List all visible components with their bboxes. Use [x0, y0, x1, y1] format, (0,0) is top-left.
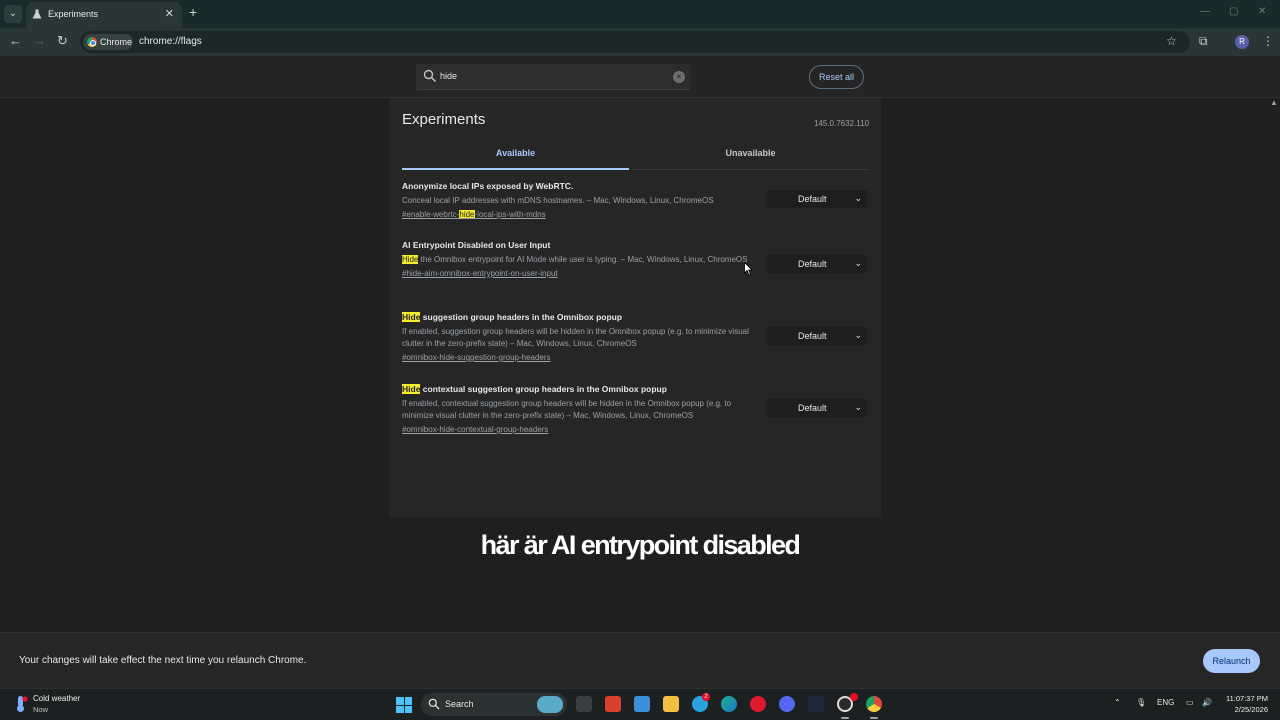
recording-indicator: [850, 693, 858, 701]
clear-search-icon[interactable]: ×: [673, 71, 685, 83]
relaunch-button[interactable]: Relaunch: [1203, 649, 1260, 673]
taskbar-search-box[interactable]: Search: [421, 693, 567, 716]
experiment-description: If enabled, contextual suggestion group …: [402, 399, 732, 420]
maximize-icon[interactable]: ▢: [1229, 6, 1238, 17]
notepad-icon[interactable]: [634, 696, 650, 712]
select-value: Default: [798, 331, 827, 341]
tab-unavailable[interactable]: Unavailable: [633, 148, 868, 170]
running-indicator: [870, 717, 878, 719]
opera-icon[interactable]: [750, 696, 766, 712]
version-label: 145.0.7632.110: [813, 119, 869, 128]
chevron-down-icon: ⌄: [854, 193, 862, 203]
experiment-title: Hide contextual suggestion group headers…: [402, 384, 667, 394]
new-tab-plus-icon[interactable]: +: [189, 4, 197, 20]
experiment-permalink[interactable]: #enable-webrtc-hide-local-ips-with-mdns: [402, 209, 762, 221]
address-bar[interactable]: Chrome chrome://flags: [80, 31, 1190, 53]
experiment-description: Conceal local IP addresses with mDNS hos…: [402, 196, 714, 205]
chevron-down-icon: ⌄: [854, 258, 862, 268]
experiment-select[interactable]: Default ⌄: [766, 190, 867, 208]
experiment-description: If enabled, suggestion group headers wil…: [402, 327, 749, 348]
windows-start-icon[interactable]: [396, 697, 412, 713]
tab-title: Experiments: [48, 9, 99, 19]
chrome-logo-icon: [87, 37, 97, 47]
tray-chevron-up-icon[interactable]: ⌃: [1114, 698, 1121, 707]
experiment-item: Hide suggestion group headers in the Omn…: [402, 311, 762, 364]
select-value: Default: [798, 403, 827, 413]
weather-title[interactable]: Cold weather: [33, 694, 80, 703]
experiment-permalink[interactable]: #omnibox-hide-contextual-group-headers: [402, 424, 762, 436]
mouse-cursor-icon: [744, 262, 753, 276]
video-editor-icon[interactable]: [605, 696, 621, 712]
relaunch-message: Your changes will take effect the next t…: [19, 655, 307, 666]
video-caption: här är AI entrypoint disabled: [480, 530, 801, 560]
steam-icon[interactable]: [808, 696, 824, 712]
minimize-icon[interactable]: —: [1200, 6, 1210, 17]
network-monitor-icon[interactable]: ▭: [1186, 698, 1194, 707]
experiment-permalink[interactable]: #hide-aim-omnibox-entrypoint-on-user-inp…: [402, 268, 762, 280]
search-icon: [423, 69, 437, 83]
url-text: chrome://flags: [139, 36, 202, 47]
chevron-down-icon: ⌄: [854, 330, 862, 340]
forward-arrow-icon[interactable]: →: [33, 33, 46, 48]
experiment-description: Hide the Omnibox entrypoint for AI Mode …: [402, 255, 748, 264]
experiment-select[interactable]: Default ⌄: [766, 327, 867, 345]
search-icon: [428, 698, 440, 710]
flags-search-input[interactable]: hide ×: [416, 64, 690, 90]
microphone-icon[interactable]: 🎙: [1136, 698, 1146, 707]
browser-tab-experiments[interactable]: Experiments ✕: [26, 2, 182, 28]
flask-icon: [32, 9, 42, 19]
reload-icon[interactable]: ↻: [57, 33, 68, 49]
tab-strip: ⌄ Experiments ✕ + — ▢ ✕: [0, 0, 1280, 28]
experiment-item: Anonymize local IPs exposed by WebRTC. C…: [402, 180, 762, 221]
bookmark-star-icon[interactable]: ☆: [1166, 34, 1177, 48]
select-value: Default: [798, 194, 827, 204]
chevron-down-icon: ⌄: [854, 402, 862, 412]
clock-date[interactable]: 2/25/2026: [1222, 705, 1268, 714]
language-indicator[interactable]: ENG: [1157, 698, 1174, 707]
chrome-icon[interactable]: [866, 696, 882, 712]
experiment-title: AI Entrypoint Disabled on User Input: [402, 240, 551, 250]
chip-label: Chrome: [100, 37, 133, 47]
thermometer-icon[interactable]: [13, 695, 29, 713]
file-explorer-icon[interactable]: [663, 696, 679, 712]
experiment-select[interactable]: Default ⌄: [766, 255, 867, 273]
reset-all-button[interactable]: Reset all: [809, 65, 864, 89]
experiment-item: Hide contextual suggestion group headers…: [402, 383, 762, 436]
experiment-permalink[interactable]: #omnibox-hide-suggestion-group-headers: [402, 352, 762, 364]
weather-subtitle: Now: [33, 705, 49, 714]
search-highlight-art: [537, 696, 563, 713]
tab-search-chevron-icon[interactable]: ⌄: [4, 5, 22, 23]
edge-icon[interactable]: [721, 696, 737, 712]
task-view-icon[interactable]: [576, 696, 592, 712]
extensions-puzzle-icon[interactable]: ⧉: [1199, 34, 1208, 49]
discord-icon[interactable]: [779, 696, 795, 712]
volume-icon[interactable]: 🔊: [1202, 698, 1212, 707]
menu-kebab-icon[interactable]: ⋮: [1262, 34, 1274, 48]
windows-taskbar: Cold weather Now Search 2 ⌃ 🎙 ENG ▭ 🔊 11…: [0, 688, 1280, 720]
search-value: hide: [440, 71, 458, 81]
clock-time[interactable]: 11:07:37 PM: [1222, 694, 1268, 703]
scroll-up-arrow-icon[interactable]: ▲: [1270, 98, 1278, 107]
taskbar-search-label: Search: [445, 699, 474, 709]
back-arrow-icon[interactable]: ←: [9, 33, 22, 48]
flags-header: hide × Reset all: [0, 56, 1280, 98]
tab-close-icon[interactable]: ✕: [165, 7, 174, 20]
select-value: Default: [798, 259, 827, 269]
browser-toolbar: ← → ↻ Chrome chrome://flags ☆ ⧉ R ⋮: [0, 28, 1280, 56]
running-indicator: [841, 717, 849, 719]
site-chip[interactable]: Chrome: [83, 34, 133, 50]
experiments-panel: Experiments 145.0.7632.110 Available Una…: [389, 98, 881, 518]
experiment-title: Anonymize local IPs exposed by WebRTC.: [402, 181, 574, 191]
profile-avatar[interactable]: R: [1235, 35, 1249, 49]
relaunch-bar: Your changes will take effect the next t…: [0, 632, 1280, 688]
close-window-icon[interactable]: ✕: [1258, 6, 1266, 17]
tab-available[interactable]: Available: [402, 148, 629, 170]
experiment-select[interactable]: Default ⌄: [766, 399, 867, 417]
notification-badge: 2: [702, 693, 710, 701]
page-title: Experiments: [402, 111, 486, 128]
experiment-title: Hide suggestion group headers in the Omn…: [402, 312, 623, 322]
experiment-item: AI Entrypoint Disabled on User Input Hid…: [402, 239, 762, 280]
